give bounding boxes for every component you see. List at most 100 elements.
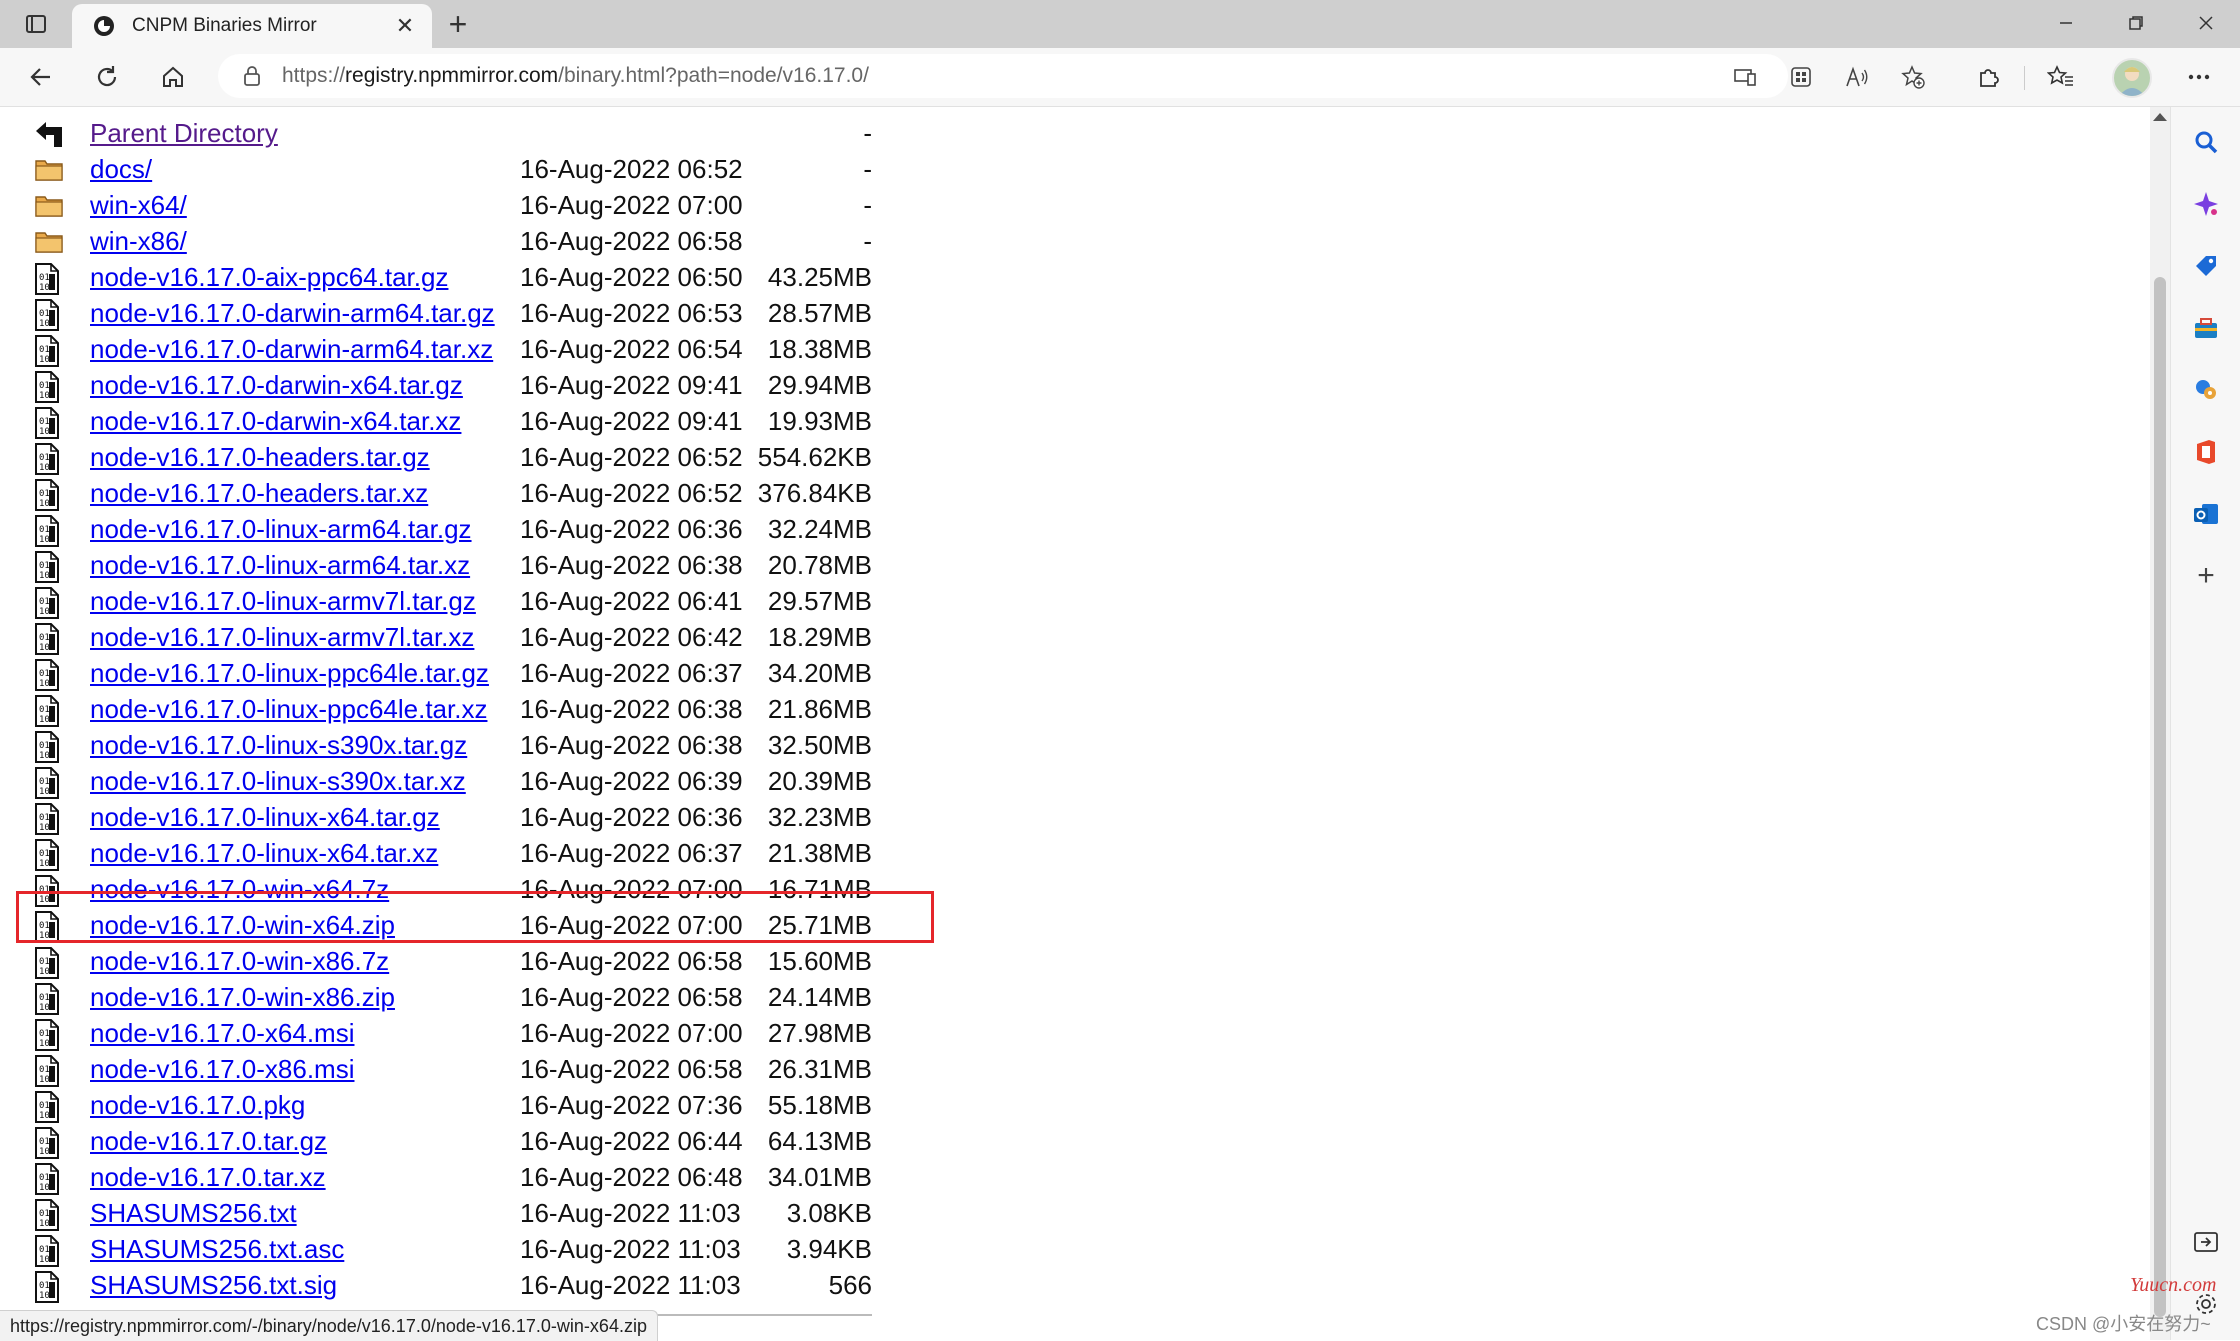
tools-icon[interactable]: [2189, 311, 2223, 345]
modified-date: 16-Aug-2022 06:44: [520, 1126, 743, 1156]
binary-file-icon: 01 10: [34, 1091, 64, 1123]
profile-avatar[interactable]: [2112, 58, 2152, 98]
file-link[interactable]: node-v16.17.0-win-x86.zip: [90, 979, 395, 1015]
apps-grid-icon[interactable]: [1786, 62, 1816, 92]
read-aloud-icon[interactable]: [1842, 62, 1872, 92]
modified-date: 16-Aug-2022 06:41: [520, 586, 743, 616]
file-row: 01 10 node-v16.17.0-darwin-arm64.tar.gz 16-…: [32, 295, 892, 331]
file-row: 01 10 node-v16.17.0-win-x86.7z 16-Aug-2022 …: [32, 943, 892, 979]
file-link[interactable]: node-v16.17.0-linux-x64.tar.gz: [90, 799, 440, 835]
file-size: 3.08KB: [786, 1198, 872, 1228]
svg-text:01: 01: [39, 561, 50, 571]
file-size: -: [863, 190, 872, 220]
reload-icon[interactable]: [86, 57, 128, 97]
binary-file-icon: 01 10: [34, 1019, 64, 1051]
file-link[interactable]: node-v16.17.0-linux-x64.tar.xz: [90, 835, 438, 871]
file-link[interactable]: node-v16.17.0-x64.msi: [90, 1015, 354, 1051]
browser-tab[interactable]: CNPM Binaries Mirror ✕: [72, 4, 432, 48]
file-link[interactable]: node-v16.17.0.pkg: [90, 1087, 305, 1123]
file-link[interactable]: node-v16.17.0-aix-ppc64.tar.gz: [90, 259, 448, 295]
close-window-icon[interactable]: [2172, 0, 2240, 46]
file-link[interactable]: node-v16.17.0.tar.xz: [90, 1159, 326, 1195]
home-icon[interactable]: [152, 57, 194, 97]
file-link[interactable]: node-v16.17.0-headers.tar.gz: [90, 439, 430, 475]
file-size: 3.94KB: [786, 1234, 872, 1264]
file-link[interactable]: node-v16.17.0-linux-ppc64le.tar.gz: [90, 655, 489, 691]
svg-text:10: 10: [39, 751, 50, 761]
tab-strip: CNPM Binaries Mirror ✕ +: [0, 0, 2240, 48]
file-row: 01 10 SHASUMS256.txt.asc 16-Aug-2022 11:03 3…: [32, 1231, 892, 1267]
file-link[interactable]: node-v16.17.0-linux-s390x.tar.gz: [90, 727, 467, 763]
file-row: 01 10 node-v16.17.0-linux-s390x.tar.gz 16-A…: [32, 727, 892, 763]
vertical-scrollbar[interactable]: [2150, 107, 2170, 1340]
file-size: 20.78MB: [767, 550, 872, 580]
file-row: 01 10 SHASUMS256.txt 16-Aug-2022 11:03 3.08K…: [32, 1195, 892, 1231]
search-icon[interactable]: [2189, 125, 2223, 159]
file-link[interactable]: SHASUMS256.txt.sig: [90, 1267, 337, 1303]
url-text[interactable]: https://registry.npmmirror.com/binary.ht…: [282, 64, 869, 88]
folder-row: win-x86/16-Aug-2022 06:58 -: [32, 223, 892, 259]
file-link[interactable]: SHASUMS256.txt.asc: [90, 1231, 344, 1267]
hide-sidebar-icon[interactable]: [2189, 1225, 2223, 1259]
file-link[interactable]: win-x64/: [90, 187, 187, 223]
add-favorite-icon[interactable]: [1898, 62, 1928, 92]
shopping-tag-icon[interactable]: [2189, 249, 2223, 283]
binary-file-icon: 01 10: [34, 695, 64, 727]
scrollbar-thumb[interactable]: [2154, 277, 2166, 1317]
games-icon[interactable]: [2189, 373, 2223, 407]
modified-date: 16-Aug-2022 07:00: [520, 1018, 743, 1048]
highlight-box: [16, 891, 934, 943]
modified-date: 16-Aug-2022 06:39: [520, 766, 743, 796]
file-size: 18.29MB: [767, 622, 872, 652]
file-size: 55.18MB: [767, 1090, 872, 1120]
file-link[interactable]: node-v16.17.0-linux-armv7l.tar.xz: [90, 619, 474, 655]
file-link[interactable]: win-x86/: [90, 223, 187, 259]
back-arrow-icon[interactable]: [20, 57, 62, 97]
file-link[interactable]: node-v16.17.0.tar.gz: [90, 1123, 327, 1159]
file-link[interactable]: node-v16.17.0-darwin-x64.tar.gz: [90, 367, 463, 403]
file-link[interactable]: node-v16.17.0-linux-armv7l.tar.gz: [90, 583, 476, 619]
file-link[interactable]: node-v16.17.0-darwin-x64.tar.xz: [90, 403, 461, 439]
file-link[interactable]: node-v16.17.0-linux-arm64.tar.gz: [90, 511, 472, 547]
scroll-up-icon[interactable]: [2153, 113, 2167, 121]
tab-actions-icon[interactable]: [14, 8, 58, 40]
file-link[interactable]: node-v16.17.0-linux-arm64.tar.xz: [90, 547, 470, 583]
svg-text:10: 10: [39, 607, 50, 617]
app-available-icon[interactable]: [1730, 62, 1760, 92]
file-link[interactable]: node-v16.17.0-darwin-arm64.tar.gz: [90, 295, 495, 331]
file-link[interactable]: node-v16.17.0-linux-ppc64le.tar.xz: [90, 691, 487, 727]
file-link[interactable]: docs/: [90, 151, 152, 187]
add-icon[interactable]: +: [2189, 559, 2223, 593]
svg-text:01: 01: [39, 1029, 50, 1039]
svg-text:10: 10: [39, 1111, 50, 1121]
svg-text:01: 01: [39, 309, 50, 319]
restore-icon[interactable]: [2102, 0, 2170, 46]
file-link[interactable]: Parent Directory: [90, 115, 278, 151]
file-link[interactable]: node-v16.17.0-win-x86.7z: [90, 943, 389, 979]
file-link[interactable]: node-v16.17.0-x86.msi: [90, 1051, 354, 1087]
close-tab-icon[interactable]: ✕: [390, 11, 420, 41]
binary-file-icon: 01 10: [34, 659, 64, 691]
file-link[interactable]: node-v16.17.0-headers.tar.xz: [90, 475, 428, 511]
svg-text:01: 01: [39, 813, 50, 823]
svg-text:01: 01: [39, 597, 50, 607]
minimize-icon[interactable]: [2032, 0, 2100, 46]
file-link[interactable]: node-v16.17.0-darwin-arm64.tar.xz: [90, 331, 493, 367]
outlook-icon[interactable]: [2189, 497, 2223, 531]
file-link[interactable]: node-v16.17.0-linux-s390x.tar.xz: [90, 763, 466, 799]
new-tab-icon[interactable]: +: [440, 6, 476, 42]
address-bar[interactable]: https://registry.npmmirror.com/binary.ht…: [218, 54, 1925, 98]
binary-file-icon: 01 10: [34, 407, 64, 439]
modified-date: 16-Aug-2022 06:36: [520, 802, 743, 832]
file-row: 01 10 node-v16.17.0.tar.gz 16-Aug-2022 06:4…: [32, 1123, 892, 1159]
favorites-icon[interactable]: [2040, 57, 2082, 97]
sparkle-icon[interactable]: [2189, 187, 2223, 221]
office-icon[interactable]: [2189, 435, 2223, 469]
file-link[interactable]: SHASUMS256.txt: [90, 1195, 297, 1231]
puzzle-icon[interactable]: [1968, 57, 2010, 97]
url-path: /binary.html?path=node/v16.17.0/: [558, 64, 869, 87]
svg-text:10: 10: [39, 391, 50, 401]
lock-icon[interactable]: [240, 64, 264, 88]
svg-text:01: 01: [39, 849, 50, 859]
more-icon[interactable]: [2178, 57, 2220, 97]
